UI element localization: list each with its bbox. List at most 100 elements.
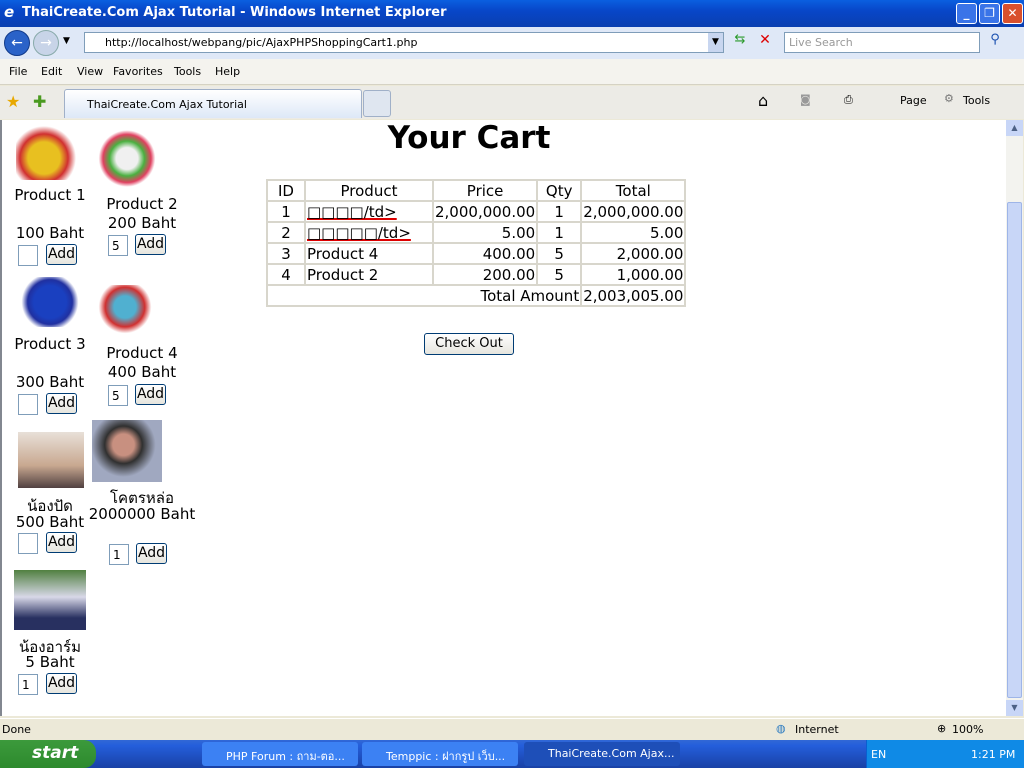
- search-icon[interactable]: ⚲: [984, 32, 1006, 53]
- taskbar-item-active[interactable]: ThaiCreate.Com Ajax...: [524, 742, 680, 766]
- favorites-star-icon[interactable]: ★: [6, 92, 20, 111]
- header-id: ID: [266, 179, 306, 202]
- product-1-price: 100 Baht: [15, 224, 85, 242]
- forward-button[interactable]: →: [33, 30, 59, 56]
- cell-total: 1,000.00: [580, 263, 687, 286]
- product-1-name: Product 1: [14, 186, 86, 204]
- product-6-price: 2000000 Baht: [88, 505, 196, 523]
- product-2-name: Product 2: [106, 195, 178, 213]
- menu-bar: File Edit View Favorites Tools Help: [0, 59, 1024, 85]
- new-tab-button[interactable]: [363, 90, 391, 117]
- product-7-price: 5 Baht: [25, 653, 75, 671]
- menu-file[interactable]: File: [9, 65, 27, 78]
- tab-active[interactable]: ThaiCreate.Com Ajax Tutorial: [64, 89, 362, 118]
- back-button[interactable]: ←: [4, 30, 30, 56]
- vertical-scrollbar[interactable]: ▲ ▼: [1006, 120, 1023, 716]
- menu-tools[interactable]: Tools: [174, 65, 201, 78]
- product-4-add-button[interactable]: Add: [135, 384, 166, 405]
- cell-id: 1: [266, 200, 306, 223]
- menu-view[interactable]: View: [77, 65, 103, 78]
- product-7-add-button[interactable]: Add: [46, 673, 77, 694]
- page-menu[interactable]: Page: [900, 94, 927, 107]
- start-button[interactable]: start: [0, 740, 96, 768]
- zoom-level[interactable]: 100%: [952, 723, 983, 736]
- address-input[interactable]: http://localhost/webpang/pic/AjaxPHPShop…: [84, 32, 724, 53]
- product-5-add-button[interactable]: Add: [46, 532, 77, 553]
- taskbar-item[interactable]: PHP Forum : ถาม-ตอ...: [202, 742, 358, 766]
- product-6-image: [92, 420, 162, 482]
- table-row: 2 □□□□□/td> 5.00 1 5.00: [266, 221, 687, 244]
- minimize-button[interactable]: _: [956, 3, 977, 24]
- table-row: 4 Product 2 200.00 5 1,000.00: [266, 263, 687, 286]
- product-4-image: [96, 285, 154, 340]
- cell-total: 2,000,000.00: [580, 200, 687, 223]
- cell-product: Product 4: [304, 242, 434, 265]
- system-tray: EN 1:21 PM: [866, 740, 1024, 768]
- header-product: Product: [304, 179, 434, 202]
- restore-button[interactable]: ❐: [979, 3, 1000, 24]
- total-value: 2,003,005.00: [580, 284, 687, 307]
- language-indicator[interactable]: EN: [871, 748, 886, 761]
- search-input[interactable]: Live Search: [784, 32, 980, 53]
- cell-product: Product 2: [304, 263, 434, 286]
- product-2-qty-input[interactable]: 5: [108, 235, 128, 256]
- cell-qty: 5: [536, 263, 583, 286]
- product-7-qty-input[interactable]: 1: [18, 674, 38, 695]
- product-6-qty-input[interactable]: 1: [109, 544, 129, 565]
- address-dropdown[interactable]: ▼: [708, 33, 723, 52]
- header-price: Price: [431, 179, 539, 202]
- refresh-icon[interactable]: ⇆: [730, 32, 750, 53]
- menu-help[interactable]: Help: [215, 65, 240, 78]
- checkout-button[interactable]: Check Out: [424, 333, 514, 355]
- product-2-image: [94, 130, 160, 187]
- cell-total: 5.00: [580, 221, 687, 244]
- tools-menu[interactable]: Tools: [963, 94, 990, 107]
- menu-edit[interactable]: Edit: [41, 65, 62, 78]
- product-1-qty-input[interactable]: [18, 245, 38, 266]
- cell-qty: 1: [536, 221, 583, 244]
- product-1-image: [16, 125, 86, 180]
- stop-icon[interactable]: ✕: [755, 32, 775, 53]
- cell-price: 2,000,000.00: [431, 200, 539, 223]
- taskbar-item[interactable]: Temppic : ฝากรูป เว็บ...: [362, 742, 518, 766]
- total-row: Total Amount 2,003,005.00: [265, 284, 687, 307]
- product-5-price: 500 Baht: [15, 513, 85, 531]
- product-3-add-button[interactable]: Add: [46, 393, 77, 414]
- cell-product: □□□□/td>: [304, 200, 434, 223]
- cell-product: □□□□□/td>: [304, 221, 434, 244]
- close-button[interactable]: ✕: [1002, 3, 1023, 24]
- product-5-qty-input[interactable]: [18, 533, 38, 554]
- product-4-name: Product 4: [106, 344, 178, 362]
- cell-qty: 5: [536, 242, 583, 265]
- scroll-down-button[interactable]: ▼: [1006, 700, 1023, 716]
- product-6-add-button[interactable]: Add: [136, 543, 167, 564]
- menu-favorites[interactable]: Favorites: [113, 65, 163, 78]
- tab-bar: ★ ✚ ThaiCreate.Com Ajax Tutorial ⌂ ◙ ⎙ P…: [0, 86, 1024, 119]
- scroll-up-button[interactable]: ▲: [1006, 120, 1023, 136]
- feeds-icon[interactable]: ◙: [800, 93, 811, 106]
- home-icon[interactable]: ⌂: [758, 91, 768, 110]
- product-3-qty-input[interactable]: [18, 394, 38, 415]
- product-3-name: Product 3: [14, 335, 86, 353]
- product-4-price: 400 Baht: [107, 363, 177, 381]
- add-favorite-icon[interactable]: ✚: [33, 92, 46, 111]
- gear-icon: ⚙: [944, 92, 954, 105]
- product-3-image: [18, 277, 82, 327]
- cell-id: 3: [266, 242, 306, 265]
- product-4-qty-input[interactable]: 5: [108, 385, 128, 406]
- product-2-add-button[interactable]: Add: [135, 234, 166, 255]
- cell-id: 4: [266, 263, 306, 286]
- cell-price: 5.00: [431, 221, 539, 244]
- table-row: 1 □□□□/td> 2,000,000.00 1 2,000,000.00: [266, 200, 687, 223]
- zoom-icon: ⊕: [937, 722, 947, 735]
- header-qty: Qty: [536, 179, 583, 202]
- print-icon[interactable]: ⎙: [844, 93, 853, 107]
- scroll-thumb[interactable]: [1007, 202, 1022, 698]
- tab-label: ThaiCreate.Com Ajax Tutorial: [87, 98, 247, 111]
- product-3-price: 300 Baht: [15, 373, 85, 391]
- product-2-price: 200 Baht: [107, 214, 177, 232]
- product-1-add-button[interactable]: Add: [46, 244, 77, 265]
- recent-pages-dropdown[interactable]: ▼: [63, 36, 70, 46]
- cart-table: ID Product Price Qty Total 1 □□□□/td> 2,…: [265, 179, 687, 307]
- table-header-row: ID Product Price Qty Total: [266, 179, 687, 202]
